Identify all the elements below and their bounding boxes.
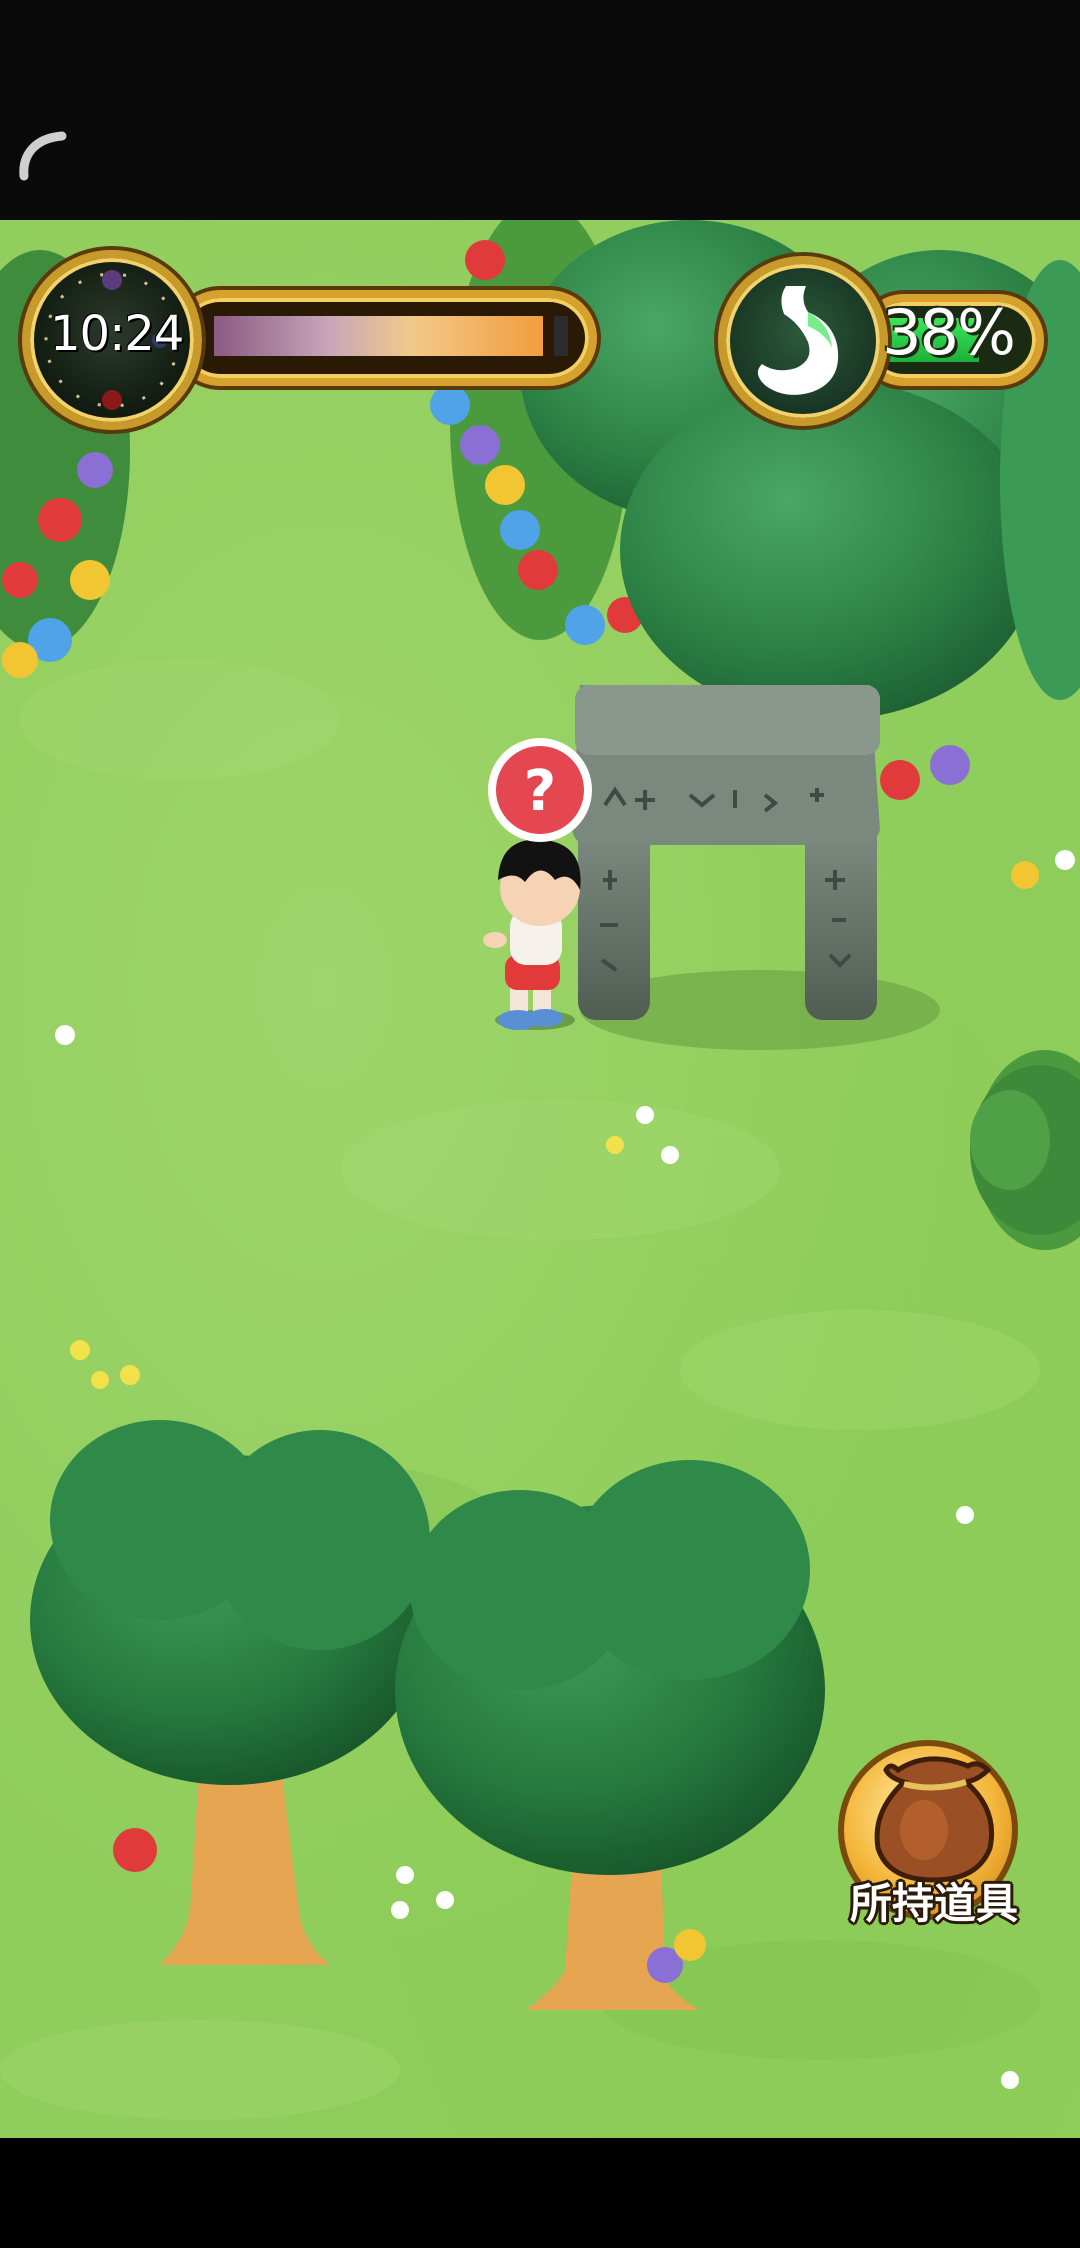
question-mark-icon: ? bbox=[524, 759, 556, 824]
inventory-button[interactable]: 所持道具 bbox=[828, 1730, 1040, 1930]
day-progress-bar bbox=[214, 316, 543, 356]
bush-right bbox=[970, 1065, 1080, 1235]
item-bag-icon bbox=[874, 1756, 995, 1883]
hunger-gauge: 38% bbox=[718, 256, 1044, 426]
stone-dolmen[interactable] bbox=[572, 685, 940, 1050]
tree-lower-left[interactable] bbox=[30, 1420, 430, 1965]
player-character[interactable] bbox=[483, 839, 581, 1031]
inventory-label: 所持道具 bbox=[849, 1879, 1018, 1928]
question-bubble: ? bbox=[488, 738, 592, 842]
flowers-near-stone bbox=[880, 745, 1075, 889]
navigation-bar-area bbox=[0, 2138, 1080, 2248]
hunger-percent: 38% bbox=[882, 296, 1016, 369]
game-screen: ? 10:24 38% 所持道具 bbox=[0, 0, 1080, 2248]
clock-time: 10:24 bbox=[50, 306, 184, 362]
day-clock-gauge: 10:24 bbox=[22, 250, 597, 430]
loading-arc-icon bbox=[19, 131, 67, 181]
day-bar-end bbox=[554, 316, 568, 356]
tree-lower-center[interactable] bbox=[395, 1460, 825, 2010]
status-area bbox=[0, 0, 1080, 220]
